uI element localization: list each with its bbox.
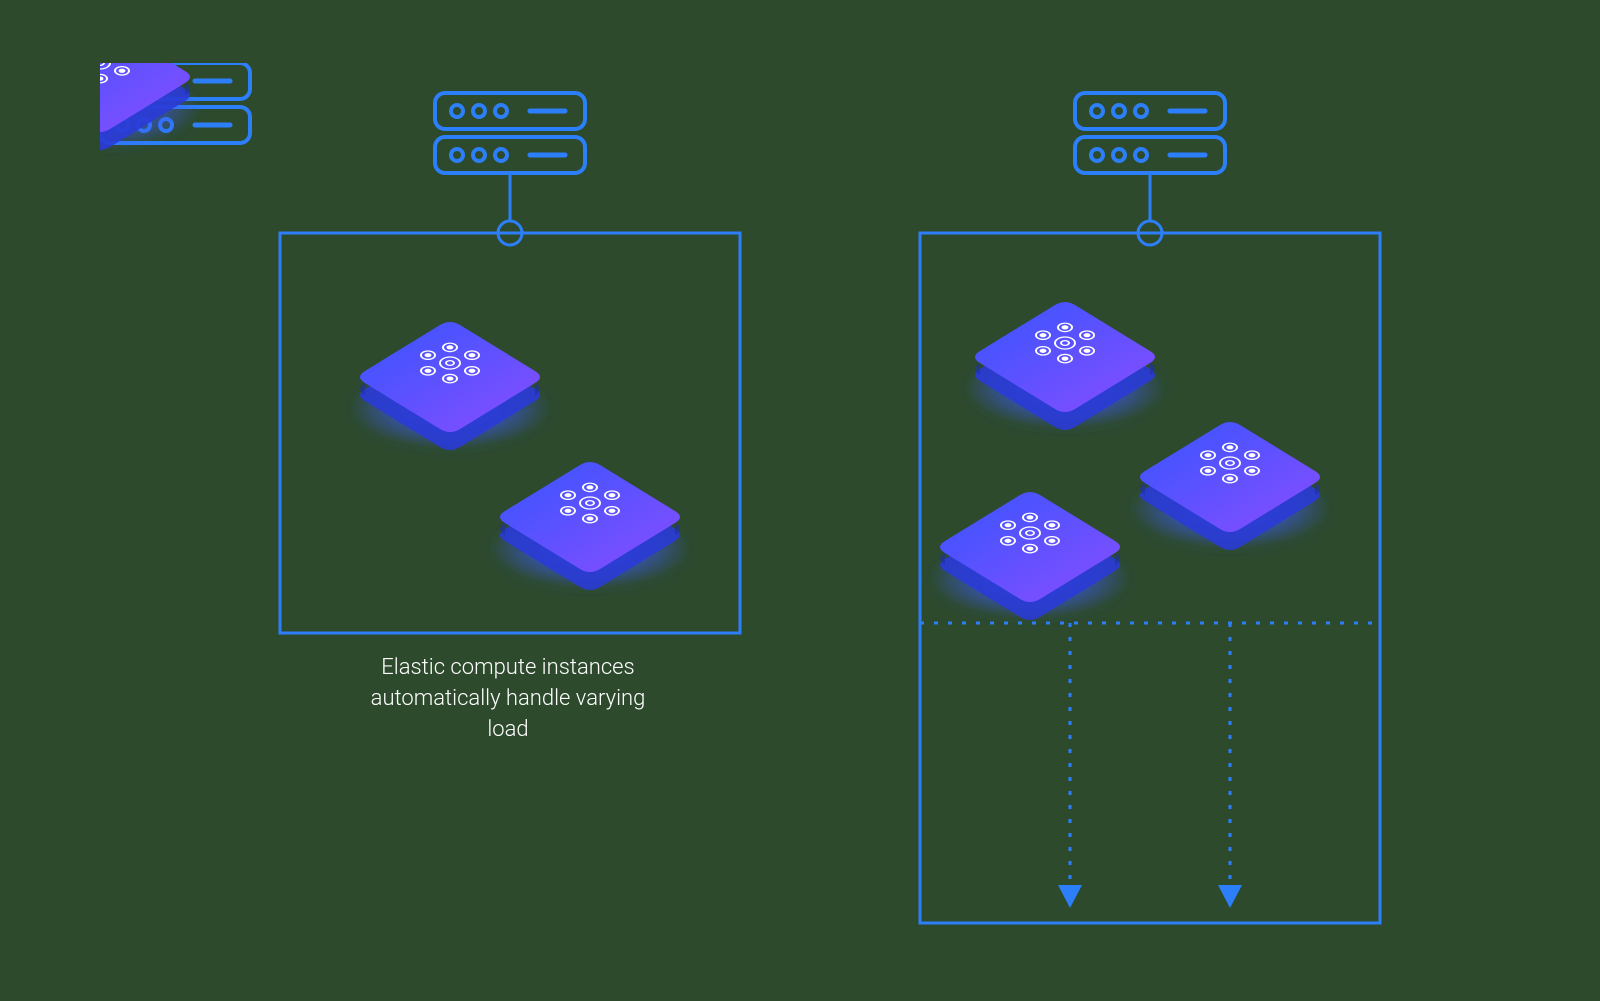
server-icon bbox=[1075, 93, 1225, 173]
compute-node-icon bbox=[490, 462, 690, 590]
compute-node-icon bbox=[965, 302, 1165, 430]
server-icon bbox=[435, 93, 585, 173]
left-panel-caption: Elastic compute instances automatically … bbox=[368, 653, 648, 745]
scale-down-arrow-icon bbox=[1058, 623, 1082, 908]
scale-down-arrow-icon bbox=[1218, 623, 1242, 908]
compute-node-icon bbox=[350, 322, 550, 450]
left-panel bbox=[280, 93, 740, 633]
right-panel bbox=[920, 93, 1380, 923]
diagram-svg bbox=[100, 63, 1500, 938]
compute-node-icon bbox=[1130, 422, 1330, 550]
compute-node-icon bbox=[930, 492, 1130, 620]
elastic-compute-diagram: Elastic compute instances automatically … bbox=[100, 63, 1500, 938]
